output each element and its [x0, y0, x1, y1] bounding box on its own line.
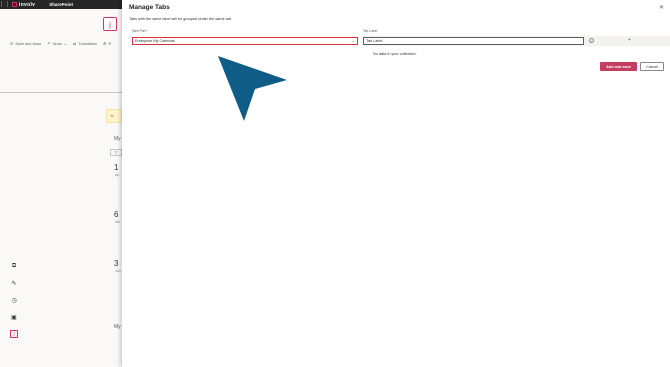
item-number: 6: [114, 210, 119, 219]
add-and-save-button[interactable]: Add and save: [600, 62, 637, 71]
clock-icon[interactable]: ◷: [10, 296, 18, 304]
cancel-button[interactable]: Cancel: [640, 62, 664, 71]
edit-icon[interactable]: ✎: [10, 279, 18, 287]
section-heading: My: [114, 324, 121, 330]
brand-logo[interactable]: involv: [12, 2, 35, 8]
chevron-down-icon: ⌄: [63, 42, 67, 46]
web-part-label: Web Part *: [132, 29, 148, 33]
panel-title: Manage Tabs: [129, 4, 170, 11]
translation-button[interactable]: ⇄ Translation: [73, 41, 97, 46]
command-bar: ⊡ Save and close ↶ Undo ⌄ ⇄ Translation ⚙ P: [10, 41, 111, 46]
item-sub: Jun: [115, 269, 121, 273]
item-sub: Ma: [115, 220, 120, 224]
tab-label-input[interactable]: Tab Label: [363, 37, 584, 45]
section-heading: My: [114, 136, 121, 142]
more-command-button[interactable]: ⚙ P: [103, 41, 111, 46]
calendar-icon[interactable]: ▣: [10, 313, 18, 321]
background-content: Yo My ▽ 1 Ap 6 Ma 3 Jun My: [106, 109, 122, 349]
web-part-dropdown[interactable]: Enterprise My Calendar ⌄: [132, 37, 358, 45]
manage-tabs-panel: Manage Tabs ✕ Tabs with the same label w…: [122, 0, 670, 367]
app-name[interactable]: SharePoint: [49, 2, 73, 7]
involv-logo-icon: [12, 2, 17, 7]
waffle-icon[interactable]: ⋮⋮: [0, 0, 11, 9]
layers-icon[interactable]: ⧉: [10, 262, 18, 270]
item-number: 1: [114, 163, 119, 172]
undo-button[interactable]: ↶ Undo ⌄: [47, 41, 67, 46]
undo-icon: ↶: [47, 41, 51, 46]
involv-j-icon: j: [103, 17, 117, 31]
item-number: 3: [114, 259, 119, 268]
more-icon: ⚙: [102, 41, 107, 46]
involv-j-icon[interactable]: j: [10, 330, 18, 338]
item-sub: Ap: [115, 173, 120, 177]
empty-state-message: No data in your collection.: [373, 52, 417, 56]
translation-icon: ⇄: [72, 41, 77, 46]
brand-name: involv: [19, 1, 36, 8]
left-rail: ⧉ ✎ ◷ ▣ j: [10, 262, 18, 338]
panel-description: Tabs with the same label will be grouped…: [129, 17, 232, 21]
web-part-value: Enterprise My Calendar: [135, 39, 175, 43]
chevron-down-icon: ⌄: [351, 38, 355, 43]
add-icon[interactable]: +: [628, 37, 631, 43]
warning-banner: Yo: [106, 109, 122, 123]
pointer-arrow-icon: [218, 56, 287, 121]
filter-icon[interactable]: ▽: [110, 149, 122, 156]
save-and-close-button[interactable]: ⊡ Save and close: [10, 41, 41, 46]
tab-label-header: Tab Label: [363, 29, 378, 33]
close-icon[interactable]: ✕: [659, 4, 664, 11]
save-close-icon: ⊡: [10, 41, 14, 46]
info-icon[interactable]: i: [589, 38, 594, 43]
divider: [0, 92, 122, 93]
